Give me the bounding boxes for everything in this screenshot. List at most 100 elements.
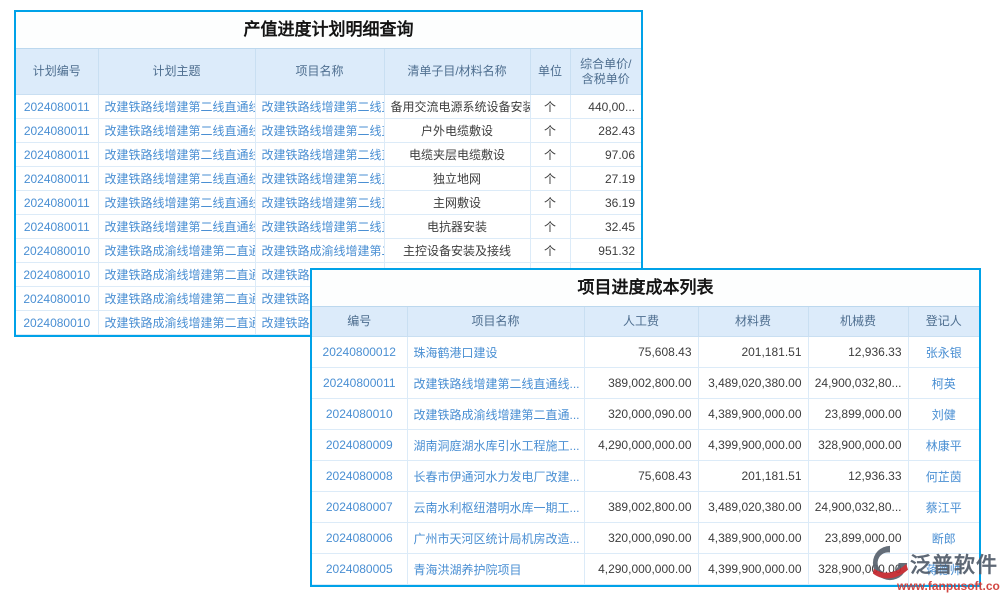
labor-cost-cell: 389,002,800.00 (584, 492, 698, 523)
cost-no-link[interactable]: 2024080007 (312, 492, 407, 523)
plan-no-link[interactable]: 2024080010 (16, 263, 98, 287)
cost-no-link[interactable]: 2024080005 (312, 554, 407, 585)
unit-price-cell: 282.43 (570, 119, 641, 143)
table1-header-row: 计划编号 计划主题 项目名称 清单子目/材料名称 单位 综合单价/含税单价 (16, 49, 641, 95)
cost-no-link[interactable]: 20240800011 (312, 368, 407, 399)
plan-no-link[interactable]: 2024080011 (16, 167, 98, 191)
registrant-link[interactable]: 何芷茵 (908, 461, 979, 492)
table2-row: 2024080010改建铁路成渝线增建第二直通...320,000,090.00… (312, 399, 979, 430)
plan-no-link[interactable]: 2024080010 (16, 287, 98, 311)
cost-project-link[interactable]: 改建铁路线增建第二线直通线... (407, 368, 584, 399)
registrant-link[interactable]: 刘健 (908, 399, 979, 430)
machine-cost-cell: 12,936.33 (808, 461, 908, 492)
cost-project-link[interactable]: 广州市天河区统计局机房改造... (407, 523, 584, 554)
table1-col-plan-subject: 计划主题 (98, 49, 255, 95)
labor-cost-cell: 320,000,090.00 (584, 523, 698, 554)
material-cost-cell: 201,181.51 (698, 337, 808, 368)
project-name-link[interactable]: 改建铁路成渝线增建第二直通线 (255, 239, 384, 263)
plan-no-link[interactable]: 2024080011 (16, 215, 98, 239)
plan-no-link[interactable]: 2024080011 (16, 95, 98, 119)
table1-col-project-name: 项目名称 (255, 49, 384, 95)
table2-col-labor-cost: 人工费 (584, 307, 698, 337)
labor-cost-cell: 75,608.43 (584, 337, 698, 368)
table2-col-registrant: 登记人 (908, 307, 979, 337)
fanpu-watermark: 泛普软件 www.fanpusoft.com (871, 544, 999, 593)
table2-row: 2024080008长春市伊通河水力发电厂改建...75,608.43201,1… (312, 461, 979, 492)
project-name-link[interactable]: 改建铁路线增建第二线直通线 (255, 191, 384, 215)
cost-no-link[interactable]: 20240800012 (312, 337, 407, 368)
unit-price-cell: 440,00... (570, 95, 641, 119)
table2-title: 项目进度成本列表 (312, 270, 979, 307)
plan-no-link[interactable]: 2024080011 (16, 191, 98, 215)
unit-cell: 个 (530, 167, 570, 191)
table2-col-machine-cost: 机械费 (808, 307, 908, 337)
cost-no-link[interactable]: 2024080009 (312, 430, 407, 461)
cost-no-link[interactable]: 2024080010 (312, 399, 407, 430)
table2-row: 20240800012珠海鹤港口建设75,608.43201,181.5112,… (312, 337, 979, 368)
plan-subject-link[interactable]: 改建铁路成渝线增建第二直通线 (98, 239, 255, 263)
material-cost-cell: 4,399,900,000.00 (698, 554, 808, 585)
unit-cell: 个 (530, 143, 570, 167)
project-name-link[interactable]: 改建铁路线增建第二线直通线 (255, 215, 384, 239)
plan-subject-link[interactable]: 改建铁路线增建第二线直通线 (98, 167, 255, 191)
plan-no-link[interactable]: 2024080010 (16, 239, 98, 263)
material-cost-cell: 3,489,020,380.00 (698, 492, 808, 523)
material-cost-cell: 3,489,020,380.00 (698, 368, 808, 399)
table1-row: 2024080011改建铁路线增建第二线直通线改建铁路线增建第二线直通线备用交流… (16, 95, 641, 119)
registrant-link[interactable]: 林康平 (908, 430, 979, 461)
registrant-link[interactable]: 柯英 (908, 368, 979, 399)
machine-cost-cell: 24,900,032,80... (808, 492, 908, 523)
table1-row: 2024080011改建铁路线增建第二线直通线改建铁路线增建第二线直通线独立地网… (16, 167, 641, 191)
table2-header-row: 编号 项目名称 人工费 材料费 机械费 登记人 (312, 307, 979, 337)
plan-no-link[interactable]: 2024080010 (16, 311, 98, 335)
plan-subject-link[interactable]: 改建铁路成渝线增建第二直通线 (98, 263, 255, 287)
cost-project-link[interactable]: 湖南洞庭湖水库引水工程施工... (407, 430, 584, 461)
cost-project-link[interactable]: 云南水利枢纽潜明水库一期工... (407, 492, 584, 523)
cost-project-link[interactable]: 珠海鹤港口建设 (407, 337, 584, 368)
machine-cost-cell: 23,899,000.00 (808, 399, 908, 430)
cost-project-link[interactable]: 改建铁路成渝线增建第二直通... (407, 399, 584, 430)
plan-subject-link[interactable]: 改建铁路成渝线增建第二直通线 (98, 287, 255, 311)
labor-cost-cell: 75,608.43 (584, 461, 698, 492)
cost-no-link[interactable]: 2024080008 (312, 461, 407, 492)
unit-cell: 个 (530, 215, 570, 239)
project-name-link[interactable]: 改建铁路线增建第二线直通线 (255, 119, 384, 143)
material-cost-cell: 201,181.51 (698, 461, 808, 492)
plan-subject-link[interactable]: 改建铁路线增建第二线直通线 (98, 191, 255, 215)
table1-row: 2024080011改建铁路线增建第二线直通线改建铁路线增建第二线直通线户外电缆… (16, 119, 641, 143)
labor-cost-cell: 389,002,800.00 (584, 368, 698, 399)
labor-cost-cell: 4,290,000,000.00 (584, 554, 698, 585)
plan-no-link[interactable]: 2024080011 (16, 143, 98, 167)
registrant-link[interactable]: 蔡江平 (908, 492, 979, 523)
table1-col-unit-price: 综合单价/含税单价 (570, 49, 641, 95)
plan-subject-link[interactable]: 改建铁路线增建第二线直通线 (98, 215, 255, 239)
table1-row: 2024080011改建铁路线增建第二线直通线改建铁路线增建第二线直通线主网敷设… (16, 191, 641, 215)
plan-subject-link[interactable]: 改建铁路成渝线增建第二直通线 (98, 311, 255, 335)
item-material-cell: 主网敷设 (384, 191, 530, 215)
project-name-link[interactable]: 改建铁路线增建第二线直通线 (255, 95, 384, 119)
material-cost-cell: 4,389,900,000.00 (698, 399, 808, 430)
fanpu-url-text: www.fanpusoft.com (897, 580, 999, 593)
cost-no-link[interactable]: 2024080006 (312, 523, 407, 554)
machine-cost-cell: 328,900,000.00 (808, 430, 908, 461)
item-material-cell: 备用交流电源系统设备安装 (384, 95, 530, 119)
unit-cell: 个 (530, 95, 570, 119)
item-material-cell: 电缆夹层电缆敷设 (384, 143, 530, 167)
unit-price-cell: 32.45 (570, 215, 641, 239)
item-material-cell: 独立地网 (384, 167, 530, 191)
cost-project-link[interactable]: 长春市伊通河水力发电厂改建... (407, 461, 584, 492)
plan-subject-link[interactable]: 改建铁路线增建第二线直通线 (98, 143, 255, 167)
project-name-link[interactable]: 改建铁路线增建第二线直通线 (255, 167, 384, 191)
plan-no-link[interactable]: 2024080011 (16, 119, 98, 143)
table2-col-no: 编号 (312, 307, 407, 337)
table2-col-material-cost: 材料费 (698, 307, 808, 337)
cost-project-link[interactable]: 青海洪湖养护院项目 (407, 554, 584, 585)
table2-row: 20240800011改建铁路线增建第二线直通线...389,002,800.0… (312, 368, 979, 399)
project-name-link[interactable]: 改建铁路线增建第二线直通线 (255, 143, 384, 167)
plan-subject-link[interactable]: 改建铁路线增建第二线直通线 (98, 119, 255, 143)
registrant-link[interactable]: 张永银 (908, 337, 979, 368)
material-cost-cell: 4,389,900,000.00 (698, 523, 808, 554)
machine-cost-cell: 12,936.33 (808, 337, 908, 368)
item-material-cell: 主控设备安装及接线 (384, 239, 530, 263)
plan-subject-link[interactable]: 改建铁路线增建第二线直通线 (98, 95, 255, 119)
